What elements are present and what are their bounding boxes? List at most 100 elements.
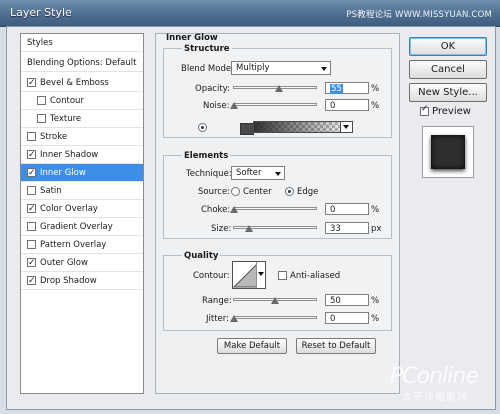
- technique-value: Softer: [236, 168, 262, 178]
- technique-dropdown[interactable]: Softer: [231, 166, 285, 180]
- window-title: Layer Style: [10, 6, 72, 19]
- style-item-pattern-overlay[interactable]: Pattern Overlay: [21, 236, 143, 254]
- style-item-label: Inner Glow: [40, 168, 86, 178]
- style-item-label: Pattern Overlay: [40, 240, 107, 250]
- chevron-down-icon[interactable]: [256, 262, 265, 288]
- style-item-color-overlay[interactable]: Color Overlay: [21, 200, 143, 218]
- source-center-radio[interactable]: [231, 187, 240, 196]
- chevron-down-icon: [275, 172, 281, 176]
- source-edge-radio[interactable]: [285, 187, 294, 196]
- opacity-unit: %: [371, 84, 380, 94]
- style-item-label: Satin: [40, 186, 62, 196]
- pconline-logo: PConline 太平洋电脑网: [388, 364, 498, 404]
- glow-color-swatch[interactable]: [240, 123, 254, 135]
- anti-aliased-label: Anti-aliased: [290, 271, 341, 281]
- jitter-slider-thumb[interactable]: [230, 315, 238, 322]
- style-item-gradient-overlay[interactable]: Gradient Overlay: [21, 218, 143, 236]
- blend-mode-dropdown[interactable]: Multiply: [231, 61, 331, 75]
- blend-mode-label: Blend Mode:: [181, 64, 234, 74]
- check-icon: ✓: [421, 104, 429, 114]
- style-item-label: Texture: [50, 114, 82, 124]
- range-unit: %: [371, 296, 380, 306]
- make-default-button[interactable]: Make Default: [217, 338, 287, 354]
- preview-checkbox[interactable]: ✓: [420, 104, 429, 116]
- style-checkbox[interactable]: [27, 146, 36, 164]
- style-item-label: Gradient Overlay: [40, 222, 113, 232]
- noise-label: Noise:: [203, 101, 230, 111]
- chevron-down-icon[interactable]: [340, 122, 352, 132]
- style-item-label: Stroke: [40, 132, 68, 142]
- quality-title: Quality: [182, 251, 221, 261]
- structure-title: Structure: [182, 44, 232, 54]
- cancel-button[interactable]: Cancel: [409, 60, 487, 79]
- new-style-button[interactable]: New Style...: [409, 83, 487, 102]
- style-item-drop-shadow[interactable]: Drop Shadow: [21, 272, 143, 290]
- choke-slider-track[interactable]: [233, 207, 317, 210]
- choke-slider-thumb[interactable]: [230, 206, 238, 213]
- noise-input[interactable]: 0: [325, 99, 369, 111]
- preview-label: Preview: [432, 106, 471, 117]
- source-label: Source:: [198, 187, 231, 197]
- style-checkbox[interactable]: [37, 96, 46, 105]
- range-label: Range:: [202, 296, 232, 306]
- opacity-input[interactable]: 55: [325, 82, 369, 94]
- glow-gradient-picker[interactable]: [253, 121, 353, 133]
- style-item-label: Contour: [50, 96, 84, 106]
- style-checkbox[interactable]: [27, 222, 36, 231]
- ok-button[interactable]: OK: [409, 37, 487, 56]
- range-slider-thumb[interactable]: [271, 297, 279, 304]
- styles-header[interactable]: Styles: [21, 34, 143, 52]
- blending-options-item[interactable]: Blending Options: Default: [21, 54, 143, 72]
- title-bar[interactable]: Layer Style PS教程论坛 WWW.MISSYUAN.COM: [0, 0, 500, 27]
- style-checkbox[interactable]: [27, 74, 36, 92]
- noise-slider-thumb[interactable]: [230, 102, 238, 109]
- range-input[interactable]: 50: [325, 294, 369, 306]
- style-checkbox[interactable]: [27, 272, 36, 290]
- jitter-input[interactable]: 0: [325, 312, 369, 324]
- style-item-label: Bevel & Emboss: [40, 78, 109, 88]
- style-item-bevel-emboss[interactable]: Bevel & Emboss: [21, 74, 143, 92]
- style-item-inner-glow[interactable]: Inner Glow: [21, 164, 143, 182]
- solid-color-radio[interactable]: [198, 123, 207, 132]
- choke-unit: %: [371, 205, 380, 215]
- size-input[interactable]: 33: [325, 222, 369, 234]
- style-item-label: Color Overlay: [40, 204, 98, 214]
- choke-label: Choke:: [201, 205, 231, 215]
- noise-slider-track[interactable]: [233, 103, 317, 106]
- anti-aliased-checkbox[interactable]: [278, 271, 287, 280]
- opacity-label: Opacity:: [195, 84, 230, 94]
- reset-to-default-button[interactable]: Reset to Default: [296, 338, 376, 354]
- style-item-label: Inner Shadow: [40, 150, 99, 160]
- size-slider-thumb[interactable]: [245, 225, 253, 232]
- style-item-outer-glow[interactable]: Outer Glow: [21, 254, 143, 272]
- inner-glow-title: Inner Glow: [166, 33, 218, 43]
- choke-input[interactable]: 0: [325, 203, 369, 215]
- chevron-down-icon: [321, 67, 327, 71]
- source-edge-label: Edge: [297, 187, 319, 197]
- style-item-inner-shadow[interactable]: Inner Shadow: [21, 146, 143, 164]
- blend-mode-value: Multiply: [236, 63, 270, 73]
- style-checkbox[interactable]: [27, 186, 36, 195]
- elements-title: Elements: [182, 151, 231, 161]
- jitter-unit: %: [371, 314, 380, 324]
- jitter-slider-track[interactable]: [233, 316, 317, 319]
- style-item-stroke[interactable]: Stroke: [21, 128, 143, 146]
- style-checkbox[interactable]: [37, 114, 46, 123]
- size-label: Size:: [211, 224, 232, 234]
- style-item-label: Outer Glow: [40, 258, 88, 268]
- contour-label: Contour:: [193, 271, 230, 281]
- style-item-satin[interactable]: Satin: [21, 182, 143, 200]
- preview-swatch: [431, 135, 465, 169]
- style-checkbox[interactable]: [27, 132, 36, 141]
- style-item-texture[interactable]: Texture: [21, 110, 143, 128]
- style-checkbox[interactable]: [27, 164, 36, 182]
- style-checkbox[interactable]: [27, 200, 36, 218]
- style-preview-thumbnail: [422, 126, 474, 178]
- style-checkbox[interactable]: [27, 240, 36, 249]
- style-item-contour[interactable]: Contour: [21, 92, 143, 110]
- opacity-slider-thumb[interactable]: [275, 85, 284, 92]
- style-checkbox[interactable]: [27, 254, 36, 272]
- source-center-label: Center: [243, 187, 272, 197]
- contour-picker[interactable]: [232, 261, 266, 289]
- noise-unit: %: [371, 101, 380, 111]
